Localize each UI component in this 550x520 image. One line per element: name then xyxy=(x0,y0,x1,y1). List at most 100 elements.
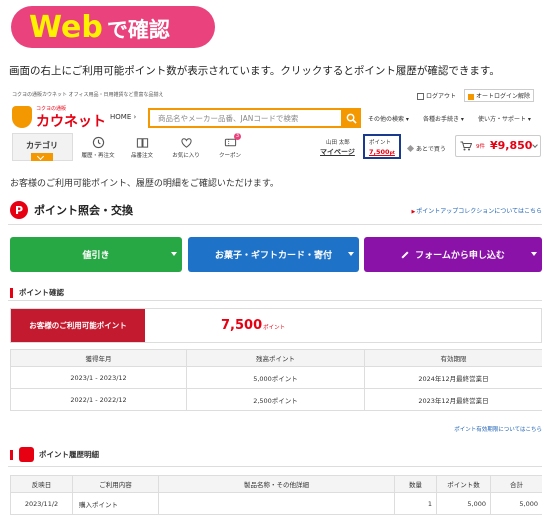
coupon-count-badge: 3 xyxy=(234,133,241,140)
point-value-link[interactable]: 7,500pt xyxy=(369,148,395,156)
column-header: ポイント数 xyxy=(436,475,491,493)
available-points-label: お客様のご利用可能ポイント xyxy=(11,309,145,342)
later-buy-label: あとで買う xyxy=(416,146,446,153)
logout-icon xyxy=(416,93,424,100)
available-points-value-wrap: 7,500ポイント xyxy=(221,318,285,333)
table-row: 2022/1 - 2022/12 2,500ポイント 2023年12月最終営業日 xyxy=(10,388,542,411)
table-cell: 2023年12月最終営業日 xyxy=(364,388,542,411)
site-logo[interactable]: コクヨの通販 カウネット xyxy=(12,102,107,132)
point-value: 7,500 xyxy=(369,148,390,156)
nav-support-label: 使い方・サポート xyxy=(478,116,527,123)
history-list-icon xyxy=(19,447,34,462)
history-divider xyxy=(8,466,542,467)
column-header: 数量 xyxy=(394,475,437,493)
mypage-link[interactable]: マイページ xyxy=(320,147,355,157)
table-cell: 2023/11/2 xyxy=(10,492,73,515)
nav-favorites-label: お気に入り xyxy=(172,153,200,159)
user-name: 山田 太郎 xyxy=(326,140,350,146)
point-check-heading: ポイント確認 xyxy=(10,287,64,298)
chevron-down-icon xyxy=(531,252,537,256)
history-icon xyxy=(92,136,104,149)
column-header: 製品名称・その他詳細 xyxy=(158,475,395,493)
autologin-label: オートログイン解除 xyxy=(475,93,530,100)
search-icon xyxy=(346,113,357,124)
point-label: ポイント xyxy=(369,140,392,146)
table-cell: 1 xyxy=(394,492,437,515)
logout-label: ログアウト xyxy=(425,93,456,100)
category-tab[interactable]: カテゴリ xyxy=(12,133,73,161)
point-p-icon: P xyxy=(10,201,28,219)
column-header: 反映日 xyxy=(10,475,73,493)
logout-link[interactable]: ログアウト xyxy=(416,91,456,100)
table-row: 2023/11/2 購入ポイント 1 5,000 5,000 xyxy=(10,492,542,515)
cart-icon xyxy=(460,141,472,151)
nav-coupon[interactable]: クーポン 3 xyxy=(210,133,250,162)
column-header: 獲得年月 xyxy=(10,349,187,367)
point-check-divider xyxy=(8,300,542,301)
search-input[interactable]: 商品名やメーカー品番、JANコードで検索 xyxy=(148,108,361,128)
column-header: 残高ポイント xyxy=(186,349,365,367)
chevron-down-icon xyxy=(348,252,354,256)
nav-support[interactable]: 使い方・サポート ▾ xyxy=(478,114,531,123)
tag-icon xyxy=(406,144,415,153)
available-points-value: 7,500 xyxy=(221,318,263,333)
point-balance-highlight[interactable]: ポイント 7,500pt xyxy=(363,134,401,159)
chevron-down-icon xyxy=(31,153,53,161)
column-header: 合計 xyxy=(490,475,542,493)
form-apply-button-label: フォームから申し込む xyxy=(415,251,505,261)
table-cell: 購入ポイント xyxy=(72,492,159,515)
nav-coupon-label: クーポン xyxy=(218,153,241,159)
site-tagline: コクヨの通販カウネット オフィス用品・日用雑貨など豊富な品揃え xyxy=(12,92,164,98)
pencil-icon xyxy=(401,250,409,259)
intro-text: お客様のご利用可能ポイント、履歴の明細をご確認いただけます。 xyxy=(10,179,279,189)
nav-other-search-label: その他の検索 xyxy=(368,116,405,123)
logo-text: カウネット xyxy=(36,114,106,130)
nav-history[interactable]: 履歴・再注文 xyxy=(78,136,118,162)
cart-total: ¥9,850 xyxy=(490,139,533,152)
chevron-down-icon xyxy=(532,142,538,148)
point-up-collection-link[interactable]: ポイントアップコレクションについてはこちら xyxy=(411,206,542,215)
cart-count: 9件 xyxy=(476,144,485,150)
nav-item-order[interactable]: 品番注文 xyxy=(122,136,162,162)
gift-button-label: お菓子・ギフトカード・寄付 xyxy=(214,251,332,261)
gift-button[interactable]: お菓子・ギフトカード・寄付 xyxy=(188,237,359,272)
title-badge: Web で確認 xyxy=(11,6,215,48)
available-points-box: お客様のご利用可能ポイント 7,500ポイント xyxy=(10,308,542,343)
discount-button-label: 値引き xyxy=(82,251,110,261)
table-cell: 5,000ポイント xyxy=(186,366,365,389)
chevron-down-icon xyxy=(171,252,177,256)
column-header: 有効期限 xyxy=(364,349,542,367)
autologin-toggle[interactable]: オートログイン解除 xyxy=(463,89,534,102)
nav-history-label: 履歴・再注文 xyxy=(81,153,115,159)
nav-procedures[interactable]: 各種お手続き ▾ xyxy=(423,114,464,123)
heart-icon xyxy=(180,138,192,148)
history-title: ポイント履歴明細 xyxy=(39,450,99,459)
site-screenshot: コクヨの通販カウネット オフィス用品・日用雑貨など豊富な品揃え ログアウト オー… xyxy=(8,86,542,520)
discount-button[interactable]: 値引き xyxy=(10,237,182,272)
available-points-unit: ポイント xyxy=(263,325,286,331)
section-title: ポイント照会・交換 xyxy=(34,204,133,217)
caption-text: 画面の右上にご利用可能ポイント数が表示されています。クリックするとポイント履歴が… xyxy=(9,65,500,77)
history-heading: ポイント履歴明細 xyxy=(10,447,99,462)
section-header: P ポイント照会・交換 xyxy=(10,201,133,219)
form-apply-button[interactable]: フォームから申し込む xyxy=(364,237,542,272)
search-button[interactable] xyxy=(341,108,361,128)
table-cell: 2023/1 - 2023/12 xyxy=(10,366,187,389)
table-cell: 2022/1 - 2022/12 xyxy=(10,388,187,411)
home-link[interactable]: HOME › xyxy=(110,113,136,121)
nav-other-search[interactable]: その他の検索 ▾ xyxy=(368,114,409,123)
point-unit: pt xyxy=(389,151,395,156)
mascot-icon xyxy=(12,106,32,128)
table-cell: 2,500ポイント xyxy=(186,388,365,411)
table-cell xyxy=(158,492,395,515)
point-check-title: ポイント確認 xyxy=(19,288,64,297)
cart-button[interactable]: 9件 ¥9,850 xyxy=(455,135,541,157)
later-buy-link[interactable]: あとで買う xyxy=(406,144,446,153)
section-divider xyxy=(8,224,542,225)
table-cell: 2024年12月最終営業日 xyxy=(364,366,542,389)
category-label: カテゴリ xyxy=(26,141,58,150)
nav-favorites[interactable]: お気に入り xyxy=(166,136,206,162)
nav-item-order-label: 品番注文 xyxy=(130,153,153,159)
point-validity-link[interactable]: ポイント有効期限についてはこちら xyxy=(454,425,542,433)
checkbox-icon xyxy=(467,93,474,100)
